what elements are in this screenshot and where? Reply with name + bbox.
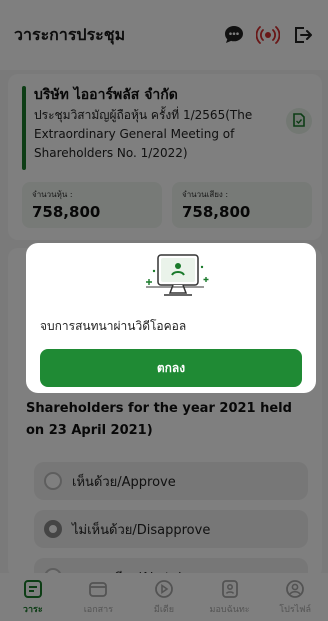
call-ended-dialog: จบการสนทนาผ่านวิดีโอคอล ตกลง [26, 243, 316, 393]
dialog-message: จบการสนทนาผ่านวิดีโอคอล [40, 319, 187, 333]
monitor-user-icon [140, 251, 216, 305]
ok-button[interactable]: ตกลง [40, 349, 302, 387]
